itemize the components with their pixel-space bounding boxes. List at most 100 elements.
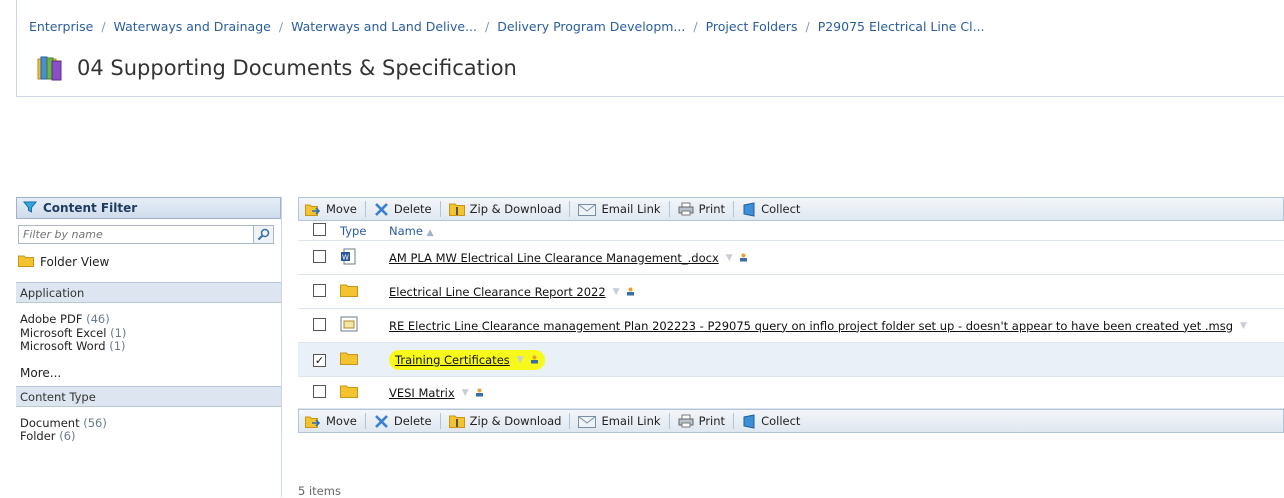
- breadcrumb: Enterprise / Waterways and Drainage / Waterw…: [29, 19, 985, 34]
- page-header: Enterprise / Waterways and Drainage / Waterw…: [16, 0, 1284, 97]
- item-name-link[interactable]: Training Certificates: [395, 353, 510, 367]
- item-name-link[interactable]: AM PLA MW Electrical Line Clearance Mana…: [389, 251, 719, 265]
- zip-download-label: Zip & Download: [469, 202, 562, 216]
- move-button[interactable]: Move: [305, 414, 365, 429]
- folder-icon: [340, 351, 358, 368]
- svg-text:W: W: [342, 253, 349, 261]
- toolbar-divider: [439, 413, 441, 429]
- printer-icon: [678, 414, 694, 428]
- email-link-button[interactable]: Email Link: [578, 202, 668, 216]
- funnel-icon: [22, 200, 38, 217]
- chevron-down-icon[interactable]: ▼: [1240, 321, 1247, 331]
- toolbar-divider: [668, 201, 670, 217]
- content-type-item-document[interactable]: Document (56): [20, 415, 281, 431]
- content-filter-panel: Content Filter Folder View Application A…: [16, 197, 282, 497]
- people-icon[interactable]: [475, 388, 484, 397]
- toolbar-divider: [569, 413, 571, 429]
- column-header-row: Type Name ▲: [298, 221, 1284, 241]
- zip-download-button[interactable]: Zip & Download: [448, 202, 570, 217]
- top-toolbar: Move Delete Zip & Download Email Link Pr…: [298, 197, 1284, 221]
- row-checkbox[interactable]: [313, 283, 326, 297]
- content-type-count: (6): [59, 429, 76, 443]
- binder-folder-icon: [37, 54, 63, 82]
- folder-view-label: Folder View: [40, 255, 110, 269]
- application-list: Adobe PDF (46) Microsoft Excel (1) Micro…: [16, 303, 281, 358]
- list-item[interactable]: RE Electric Line Clearance management Pl…: [298, 309, 1284, 343]
- people-icon[interactable]: [739, 253, 748, 262]
- chevron-down-icon[interactable]: ▼: [462, 388, 469, 398]
- breadcrumb-separator: /: [101, 19, 106, 34]
- collect-button[interactable]: Collect: [742, 201, 808, 217]
- breadcrumb-separator: /: [278, 19, 284, 34]
- print-button[interactable]: Print: [678, 202, 733, 216]
- move-button[interactable]: Move: [305, 202, 365, 217]
- row-checkbox[interactable]: [313, 317, 326, 331]
- folder-view-link[interactable]: Folder View: [18, 254, 281, 270]
- chevron-down-icon[interactable]: ▼: [726, 253, 733, 263]
- row-checkbox[interactable]: [313, 384, 326, 398]
- delete-button[interactable]: Delete: [374, 414, 440, 429]
- list-item[interactable]: Electrical Line Clearance Report 2022 ▼: [298, 275, 1284, 309]
- zip-download-button[interactable]: Zip & Download: [448, 414, 570, 429]
- application-item-excel[interactable]: Microsoft Excel (1): [20, 326, 281, 341]
- breadcrumb-item-delivery-program[interactable]: Delivery Program Developm...: [497, 19, 685, 34]
- name-column-header[interactable]: Name ▲: [389, 224, 434, 238]
- item-name-link[interactable]: Electrical Line Clearance Report 2022: [389, 285, 606, 299]
- breadcrumb-item-waterways-drainage[interactable]: Waterways and Drainage: [114, 19, 271, 34]
- collect-button[interactable]: Collect: [742, 413, 808, 429]
- breadcrumb-item-waterways-land[interactable]: Waterways and Land Delive...: [291, 19, 477, 34]
- content-type-name: Folder: [20, 429, 56, 443]
- item-name-link[interactable]: VESI Matrix: [389, 386, 455, 400]
- delete-button[interactable]: Delete: [374, 202, 440, 217]
- filter-by-name-input[interactable]: [19, 226, 247, 243]
- content-type-item-folder[interactable]: Folder (6): [20, 429, 281, 444]
- application-item-adobe-pdf[interactable]: Adobe PDF (46): [20, 312, 281, 327]
- row-checkbox[interactable]: [313, 249, 326, 263]
- application-count: (1): [109, 339, 126, 353]
- content-type-count: (56): [83, 415, 107, 430]
- item-name-link[interactable]: RE Electric Line Clearance management Pl…: [389, 319, 1233, 333]
- list-item[interactable]: W AM PLA MW Electrical Line Clearance Ma…: [298, 241, 1284, 275]
- breadcrumb-item-p29075[interactable]: P29075 Electrical Line Cl...: [818, 19, 985, 34]
- application-count: (46): [86, 312, 110, 326]
- content-filter-header[interactable]: Content Filter: [16, 197, 281, 219]
- delete-x-icon: [374, 414, 389, 429]
- chevron-down-icon[interactable]: ▼: [517, 355, 524, 365]
- item-count: 5 items: [298, 484, 341, 498]
- people-icon[interactable]: [530, 355, 539, 364]
- zip-icon: [448, 202, 465, 217]
- breadcrumb-separator: /: [805, 19, 810, 34]
- collect-icon: [742, 201, 756, 217]
- delete-x-icon: [374, 202, 389, 217]
- move-label: Move: [326, 414, 357, 428]
- toolbar-divider: [668, 413, 670, 429]
- list-item[interactable]: VESI Matrix ▼: [298, 377, 1284, 409]
- people-icon[interactable]: [626, 287, 635, 296]
- content-type-section-header: Content Type: [16, 385, 281, 407]
- page-title: 04 Supporting Documents & Specification: [77, 56, 517, 80]
- email-link-button[interactable]: Email Link: [578, 414, 668, 428]
- list-item[interactable]: ✓ Training Certificates ▼: [298, 343, 1284, 377]
- type-column-header[interactable]: Type: [340, 224, 389, 238]
- chevron-down-icon[interactable]: ▼: [613, 287, 620, 297]
- application-item-word[interactable]: Microsoft Word (1): [20, 339, 281, 354]
- more-link[interactable]: More...: [16, 358, 281, 386]
- email-icon: [578, 203, 597, 216]
- breadcrumb-item-project-folders[interactable]: Project Folders: [706, 19, 798, 34]
- print-button[interactable]: Print: [678, 414, 733, 428]
- move-icon: [305, 414, 321, 429]
- select-all-checkbox[interactable]: [313, 222, 326, 236]
- search-icon[interactable]: [253, 226, 273, 243]
- content-filter-title: Content Filter: [43, 201, 138, 215]
- zip-download-label: Zip & Download: [469, 414, 562, 428]
- move-label: Move: [326, 202, 357, 216]
- breadcrumb-separator: /: [485, 19, 490, 34]
- email-msg-icon: [340, 316, 358, 335]
- breadcrumb-item-enterprise[interactable]: Enterprise: [29, 19, 93, 34]
- application-section-header: Application: [16, 282, 281, 303]
- row-checkbox-checked[interactable]: ✓: [313, 353, 326, 367]
- collect-label: Collect: [761, 414, 801, 428]
- application-name: Adobe PDF: [20, 312, 83, 326]
- delete-label: Delete: [393, 202, 432, 216]
- application-name: Microsoft Word: [20, 339, 106, 353]
